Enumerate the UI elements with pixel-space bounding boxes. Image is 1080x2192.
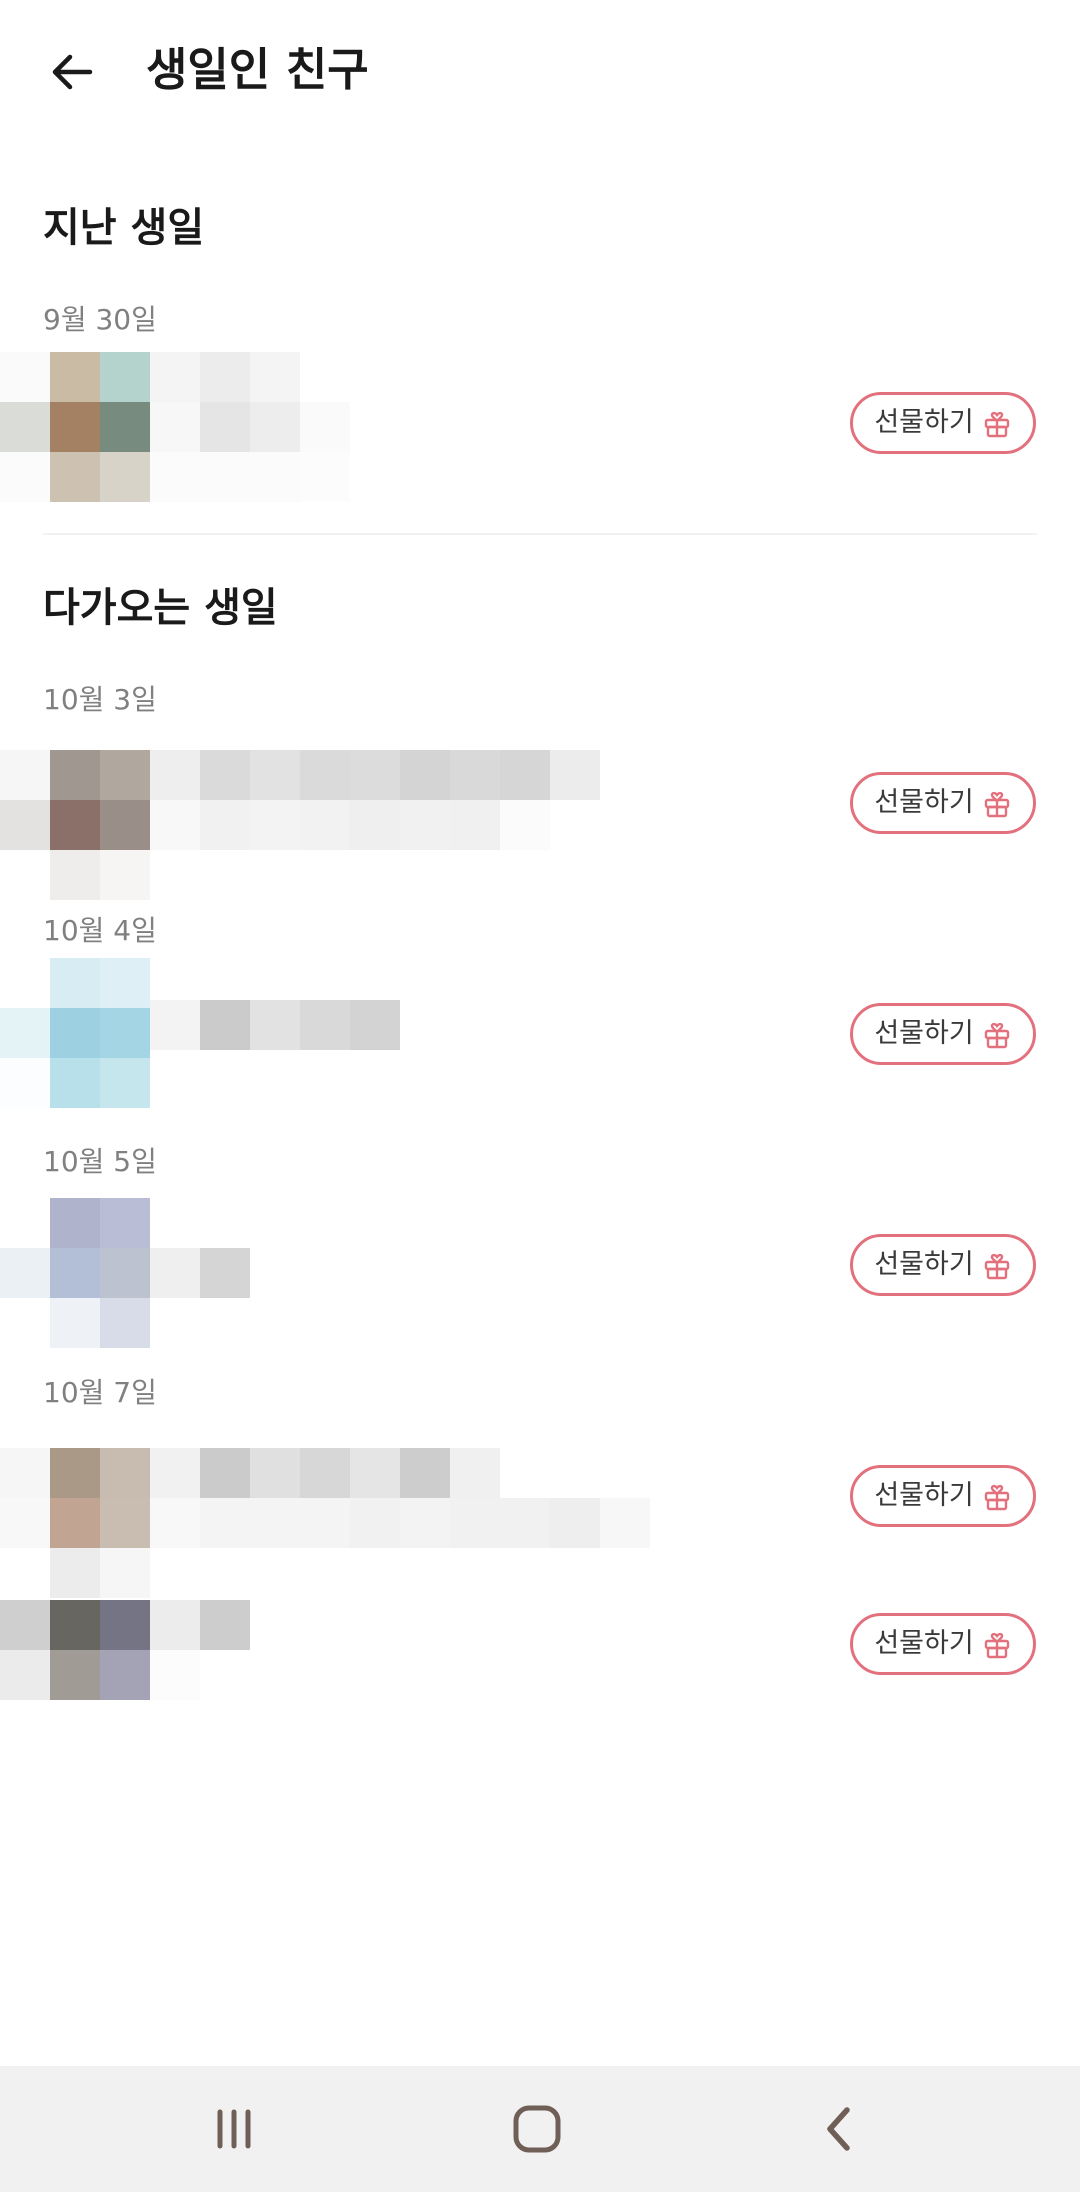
gift-button-label: 선물하기	[874, 787, 974, 818]
friend-name-redacted	[150, 1600, 250, 1700]
app-bar: 생일인 친구	[0, 0, 1080, 140]
gift-button-label: 선물하기	[874, 1480, 974, 1511]
friend-avatar	[0, 1198, 150, 1348]
gift-button[interactable]: 선물하기	[850, 392, 1036, 454]
section-divider	[43, 533, 1037, 535]
back-button[interactable]	[36, 36, 108, 108]
gift-button[interactable]: 선물하기	[850, 1234, 1036, 1296]
gift-heart-icon	[984, 1632, 1009, 1659]
page-title: 생일인 친구	[146, 43, 369, 96]
home-icon	[513, 2105, 561, 2153]
nav-back-icon	[827, 2107, 850, 2151]
arrow-left-icon	[52, 54, 93, 90]
date-label: 10월 5일	[43, 1145, 157, 1178]
friend-row[interactable]: 선물하기	[0, 958, 1080, 1108]
friend-name-redacted	[150, 352, 350, 502]
friend-row[interactable]: 선물하기	[0, 750, 1080, 900]
nav-back-button[interactable]	[800, 2089, 880, 2169]
friend-name-redacted	[150, 750, 600, 850]
gift-heart-icon	[984, 1484, 1009, 1511]
friend-row[interactable]: 선물하기	[0, 352, 1080, 502]
friend-avatar	[0, 750, 150, 900]
friend-avatar	[0, 958, 150, 1108]
home-button[interactable]	[497, 2089, 577, 2169]
friend-avatar	[0, 1448, 150, 1598]
gift-button[interactable]: 선물하기	[850, 772, 1036, 834]
gift-button-label: 선물하기	[874, 1018, 974, 1049]
gift-button-label: 선물하기	[874, 407, 974, 438]
friend-name-redacted	[150, 1448, 650, 1548]
recents-button[interactable]	[194, 2089, 274, 2169]
friend-row[interactable]: 선물하기	[0, 1448, 1080, 1598]
gift-heart-icon	[984, 411, 1009, 438]
gift-heart-icon	[984, 791, 1009, 818]
gift-heart-icon	[984, 1022, 1009, 1049]
recents-icon	[217, 2109, 251, 2149]
gift-button-label: 선물하기	[874, 1628, 974, 1659]
system-nav-bar	[0, 2066, 1080, 2192]
date-label: 10월 7일	[43, 1376, 157, 1409]
gift-button-label: 선물하기	[874, 1249, 974, 1280]
friend-row[interactable]: 선물하기	[0, 1198, 1080, 1348]
friend-avatar	[0, 352, 150, 502]
friend-row[interactable]: 선물하기	[0, 1600, 1080, 1700]
friend-name-redacted	[150, 1248, 250, 1298]
friend-avatar	[0, 1600, 150, 1700]
date-label: 9월 30일	[43, 303, 157, 336]
gift-button[interactable]: 선물하기	[850, 1613, 1036, 1675]
date-label: 10월 3일	[43, 683, 157, 716]
section-title-past: 지난 생일	[43, 205, 205, 251]
friend-name-redacted	[150, 1000, 400, 1050]
gift-button[interactable]: 선물하기	[850, 1003, 1036, 1065]
date-label: 10월 4일	[43, 914, 157, 947]
gift-button[interactable]: 선물하기	[850, 1465, 1036, 1527]
section-title-upcoming: 다가오는 생일	[43, 585, 278, 631]
gift-heart-icon	[984, 1253, 1009, 1280]
